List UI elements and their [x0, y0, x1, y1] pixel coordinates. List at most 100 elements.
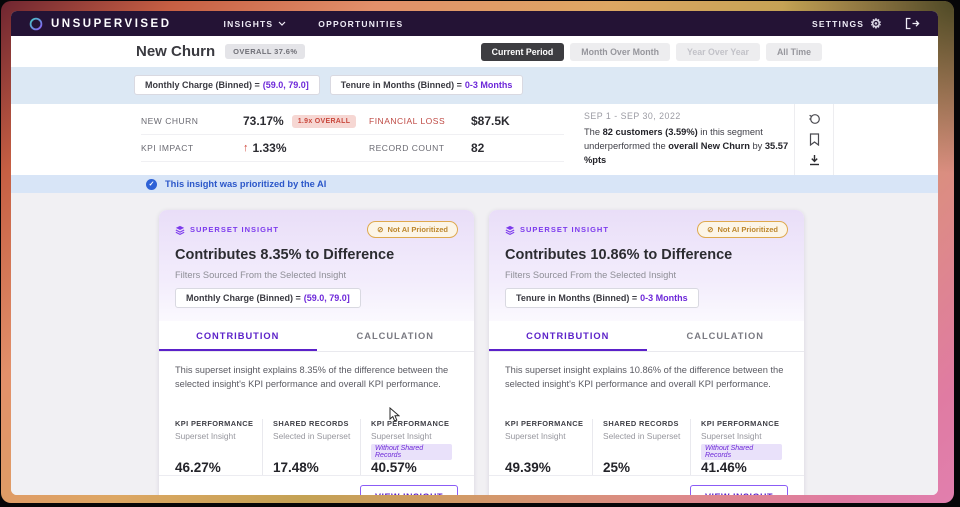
card-tabs: CONTRIBUTION CALCULATION [489, 321, 804, 352]
tab-contribution[interactable]: CONTRIBUTION [159, 321, 317, 351]
stat-value: 17.48% [273, 459, 319, 475]
stat-sublabel: Selected in Superset [603, 430, 681, 441]
settings-button[interactable]: SETTINGS ⚙ [812, 17, 883, 30]
blocked-icon: ⊘ [377, 225, 384, 234]
card-footer: VIEW INSIGHT [159, 474, 474, 495]
layers-icon [175, 225, 185, 235]
filter-field: Monthly Charge (Binned) = [145, 80, 260, 90]
stat-label: KPI PERFORMANCE [701, 418, 780, 428]
filter-field: Tenure in Months (Binned) = [340, 80, 462, 90]
kpi-label: RECORD COUNT [369, 143, 445, 153]
date-range: SEP 1 - SEP 30, 2022 [584, 111, 681, 121]
gear-icon: ⚙ [870, 16, 883, 31]
layers-icon [505, 225, 515, 235]
nav-insights[interactable]: INSIGHTS [224, 19, 287, 29]
card-footer: VIEW INSIGHT [489, 474, 804, 495]
card-description: This superset insight explains 8.35% of … [175, 365, 449, 390]
summary-part: The [584, 127, 603, 137]
card-type-label: SUPERSET INSIGHT [190, 225, 279, 234]
view-insight-button[interactable]: VIEW INSIGHT [689, 484, 788, 495]
card-filter-chip[interactable]: Tenure in Months (Binned) = 0-3 Months [505, 288, 699, 308]
card-type: SUPERSET INSIGHT [505, 225, 609, 235]
stat-shared-records: SHARED RECORDS Selected in Superset 17.4… [262, 418, 360, 475]
tab-current-period[interactable]: Current Period [480, 42, 565, 61]
kpi-label: KPI IMPACT [141, 143, 194, 153]
filter-value: (59.0, 79.0] [303, 293, 350, 303]
multiplier-badge: 1.9x OVERALL [291, 114, 357, 128]
feedback-icon [808, 114, 820, 124]
download-icon [809, 155, 819, 166]
kpi-number: 82 [471, 141, 485, 155]
window-frame: UNSUPERVISED INSIGHTS OPPORTUNITIES SETT… [1, 1, 954, 503]
summary-text: The 82 customers (3.59%) in this segment… [584, 126, 804, 168]
nav-links: INSIGHTS OPPORTUNITIES [224, 19, 404, 29]
not-ai-prioritized-badge: ⊘ Not AI Prioritized [697, 221, 788, 238]
stat-label: SHARED RECORDS [273, 418, 349, 428]
nav-opportunities[interactable]: OPPORTUNITIES [318, 19, 403, 29]
tab-all-time[interactable]: All Time [765, 42, 822, 61]
card-type: SUPERSET INSIGHT [175, 225, 279, 235]
blocked-icon: ⊘ [707, 225, 714, 234]
superset-insight-card-1: SUPERSET INSIGHT ⊘ Not AI Prioritized Co… [159, 210, 474, 495]
content-area: SUPERSET INSIGHT ⊘ Not AI Prioritized Co… [11, 193, 938, 495]
card-subtitle: Filters Sourced From the Selected Insigh… [175, 270, 347, 280]
bookmark-button[interactable] [807, 133, 821, 147]
not-ai-prioritized-badge: ⊘ Not AI Prioritized [367, 221, 458, 238]
card-description: This superset insight explains 10.86% of… [505, 365, 784, 390]
chevron-down-icon [278, 21, 286, 26]
stat-label: KPI PERFORMANCE [371, 418, 450, 428]
stat-tag: Without Shared Records [371, 443, 452, 460]
tab-month-over-month[interactable]: Month Over Month [570, 42, 670, 61]
tab-calculation[interactable]: CALCULATION [317, 321, 475, 351]
card-type-label: SUPERSET INSIGHT [520, 225, 609, 234]
brand: UNSUPERVISED [29, 17, 172, 31]
logout-button[interactable] [905, 17, 920, 30]
stat-shared-records: SHARED RECORDS Selected in Superset 25% [592, 418, 690, 475]
feedback-button[interactable] [807, 112, 821, 126]
stat-label: KPI PERFORMANCE [505, 418, 584, 428]
top-nav: UNSUPERVISED INSIGHTS OPPORTUNITIES SETT… [11, 11, 938, 36]
filter-chip-monthly-charge[interactable]: Monthly Charge (Binned) = (59.0, 79.0] [134, 75, 320, 95]
superset-insight-card-2: SUPERSET INSIGHT ⊘ Not AI Prioritized Co… [489, 210, 804, 495]
filter-value: 0-3 Months [640, 293, 688, 303]
stat-tag: Without Shared Records [701, 443, 782, 460]
filter-chip-tenure[interactable]: Tenure in Months (Binned) = 0-3 Months [329, 75, 524, 95]
kpi-label: FINANCIAL LOSS [369, 116, 446, 126]
stat-sublabel: Superset Insight [505, 430, 566, 441]
card-subtitle: Filters Sourced From the Selected Insigh… [505, 270, 677, 280]
tab-calculation[interactable]: CALCULATION [647, 321, 805, 351]
download-button[interactable] [807, 153, 821, 167]
period-tabs: Current Period Month Over Month Year Ove… [480, 42, 822, 61]
summary-part: by [749, 140, 765, 151]
stat-value: 41.46% [701, 459, 747, 475]
view-insight-button[interactable]: VIEW INSIGHT [359, 484, 458, 495]
card-title: Contributes 8.35% to Difference [175, 247, 395, 263]
badge-label: Not AI Prioritized [717, 225, 778, 234]
kpi-number: 1.33% [252, 141, 287, 155]
settings-label: SETTINGS [812, 18, 865, 29]
kpi-new-churn: NEW CHURN 73.17% 1.9x OVERALL [141, 108, 371, 135]
kpi-number: 73.17% [243, 114, 284, 128]
kpi-label: NEW CHURN [141, 116, 199, 126]
filter-bar: Monthly Charge (Binned) = (59.0, 79.0] T… [11, 67, 938, 104]
logout-icon [905, 17, 920, 30]
badge-label: Not AI Prioritized [387, 225, 448, 234]
stat-sublabel: Selected in Superset [273, 430, 351, 441]
page-title: New Churn [136, 43, 216, 60]
kpi-column-right: FINANCIAL LOSS $87.5K RECORD COUNT 82 [369, 108, 564, 162]
summary-bold: 82 customers (3.59%) [602, 127, 698, 137]
filter-value: 0-3 Months [464, 80, 513, 90]
card-stats: KPI PERFORMANCE Superset Insight 49.39% … [505, 418, 788, 475]
kpi-value: 73.17% 1.9x OVERALL [243, 114, 357, 128]
kpi-financial-loss: FINANCIAL LOSS $87.5K [369, 108, 564, 135]
stat-sublabel: Superset Insight [175, 430, 236, 441]
tab-contribution[interactable]: CONTRIBUTION [489, 321, 647, 351]
card-header: SUPERSET INSIGHT ⊘ Not AI Prioritized Co… [159, 210, 474, 321]
stat-sublabel: Superset Insight [701, 430, 762, 441]
nav-right: SETTINGS ⚙ [812, 17, 920, 30]
card-filter-chip[interactable]: Monthly Charge (Binned) = (59.0, 79.0] [175, 288, 361, 308]
kpi-column-left: NEW CHURN 73.17% 1.9x OVERALL KPI IMPACT… [141, 108, 371, 162]
kpi-band: NEW CHURN 73.17% 1.9x OVERALL KPI IMPACT… [11, 104, 938, 175]
tab-year-over-year[interactable]: Year Over Year [675, 42, 760, 61]
stat-kpi-performance-without-shared: KPI PERFORMANCE Superset Insight Without… [360, 418, 458, 475]
